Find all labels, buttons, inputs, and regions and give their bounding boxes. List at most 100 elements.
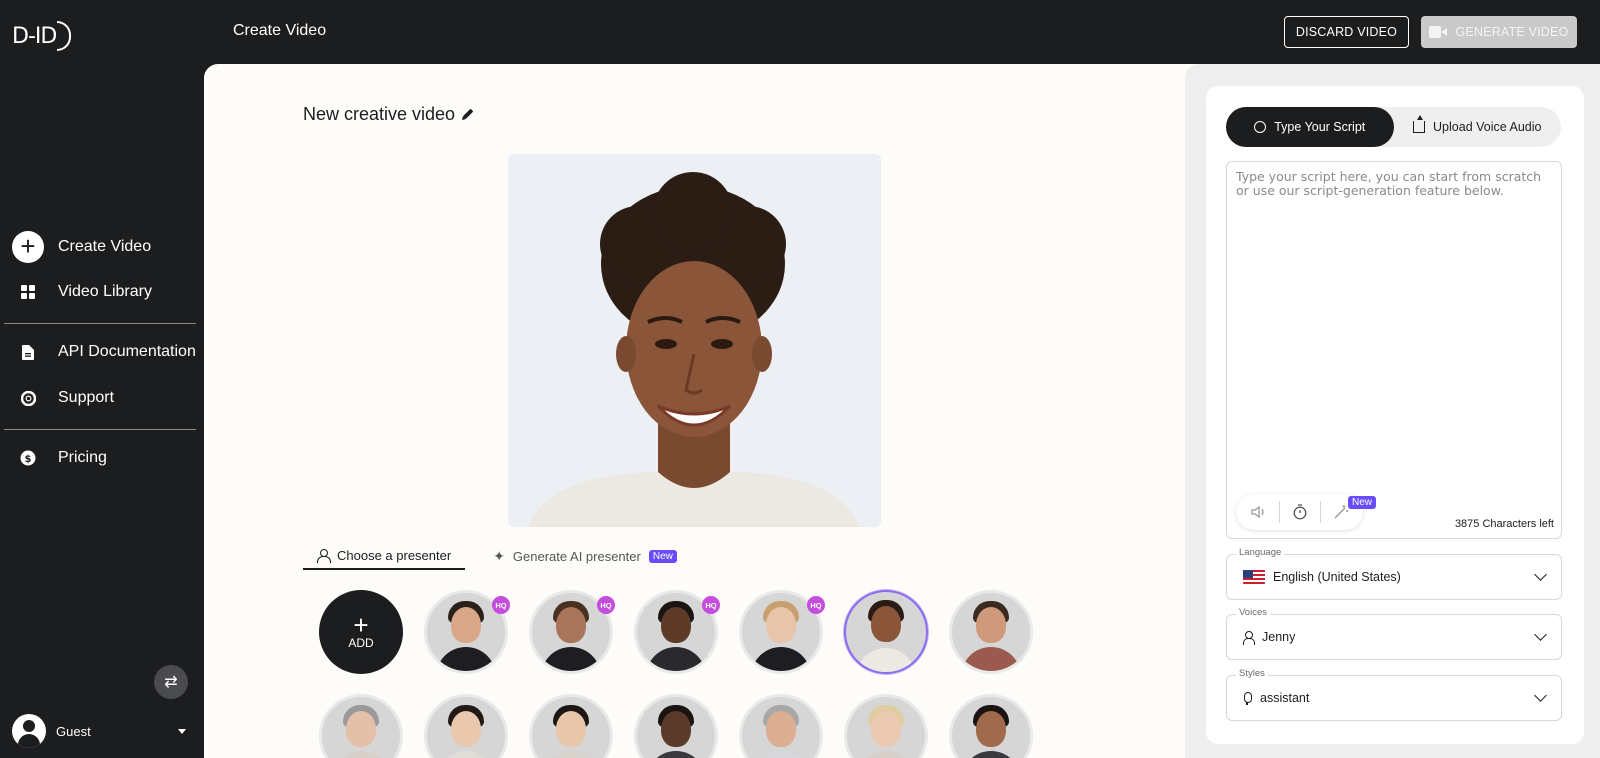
swap-arrow-icon: ⇄ — [164, 674, 178, 691]
chevron-down-icon — [1534, 628, 1547, 641]
script-tools — [1236, 494, 1363, 530]
styles-label: Styles — [1236, 668, 1268, 679]
discard-video-button[interactable]: DISCARD VIDEO — [1284, 16, 1409, 48]
tab-type-your-script[interactable]: Type Your Script — [1226, 107, 1394, 147]
presenter-outfit — [541, 751, 601, 758]
svg-text:$: $ — [25, 454, 32, 465]
dollar-icon: $ — [12, 442, 44, 474]
presenter-face — [871, 711, 901, 747]
did-logo[interactable]: D-ID — [12, 18, 72, 54]
tab-choose-presenter[interactable]: Choose a presenter — [303, 542, 466, 570]
styles-value: assistant — [1260, 691, 1310, 705]
presenter-thumbnail[interactable] — [844, 694, 928, 758]
presenter-outfit — [436, 647, 496, 671]
sidebar-item-support[interactable]: Support — [12, 382, 114, 414]
sidebar-item-label: Video Library — [58, 283, 152, 300]
tab-label: Choose a presenter — [337, 547, 452, 563]
speaker-icon[interactable] — [1246, 499, 1272, 525]
presenter-thumbnail[interactable] — [634, 694, 718, 758]
sidebar-item-create-video[interactable]: + Create Video — [12, 231, 151, 263]
top-bar: D-ID Create Video DISCARD VIDEO GENERATE… — [0, 0, 1600, 64]
video-title[interactable]: New creative video — [303, 104, 473, 125]
presenter-face — [451, 711, 481, 747]
presenter-thumbnail-selected[interactable] — [844, 590, 928, 674]
sidebar-item-pricing[interactable]: $ Pricing — [12, 442, 107, 474]
new-badge: New — [1348, 496, 1377, 509]
tab-label: Generate AI presenter — [512, 548, 641, 564]
chevron-down-icon — [1534, 568, 1547, 581]
sidebar-item-label: Create Video — [58, 238, 152, 255]
presenter-outfit — [646, 647, 706, 671]
logo-text: D-ID — [12, 23, 57, 49]
presenter-outfit — [961, 647, 1021, 671]
presenter-face — [766, 607, 796, 643]
video-camera-icon — [1429, 25, 1448, 39]
presenter-face — [346, 711, 376, 747]
chevron-down-icon — [1534, 689, 1547, 702]
presenter-face — [556, 607, 586, 643]
voice-person-icon — [1243, 630, 1255, 645]
plus-circle-icon: + — [12, 231, 44, 263]
document-icon — [12, 336, 44, 368]
presenter-outfit — [331, 751, 391, 758]
user-menu[interactable]: Guest — [12, 714, 192, 748]
person-icon — [317, 548, 331, 563]
presenter-thumbnail[interactable] — [424, 694, 508, 758]
presenter-thumbnail[interactable] — [949, 694, 1033, 758]
presenter-outfit — [961, 751, 1021, 758]
tab-generate-ai-presenter[interactable]: ✦ Generate AI presenter New — [479, 542, 691, 570]
presenter-preview — [508, 154, 881, 527]
language-value: English (United States) — [1273, 570, 1401, 584]
sidebar-item-label: Pricing — [58, 449, 107, 466]
sidebar-divider — [4, 429, 196, 430]
sidebar-item-api-documentation[interactable]: API Documentation — [12, 336, 196, 368]
us-flag-icon — [1243, 570, 1265, 584]
caret-down-icon — [178, 728, 186, 734]
user-name: Guest — [56, 723, 91, 739]
presenter-face — [556, 711, 586, 747]
sidebar: + Create Video Video Library API Documen… — [0, 64, 204, 758]
presenter-face — [871, 606, 901, 642]
presenter-thumbnail[interactable] — [739, 694, 823, 758]
sidebar-divider — [4, 323, 196, 324]
language-label: Language — [1236, 547, 1285, 558]
presenter-thumbnail[interactable] — [949, 590, 1033, 674]
lifebuoy-icon — [12, 382, 44, 414]
language-select[interactable]: English (United States) — [1226, 554, 1562, 600]
styles-select[interactable]: assistant — [1226, 675, 1562, 721]
chat-icon — [1254, 121, 1267, 133]
voices-label: Voices — [1236, 607, 1270, 618]
presenter-outfit — [541, 647, 601, 671]
script-mode-toggle: Type Your Script Upload Voice Audio — [1226, 107, 1561, 147]
presenter-outfit — [856, 751, 916, 758]
hq-badge: HQ — [807, 596, 825, 614]
characters-left: 3875 Characters left — [1454, 518, 1554, 530]
video-title-text: New creative video — [303, 104, 456, 124]
presenter-face — [766, 711, 796, 747]
presenter-portrait — [508, 154, 881, 527]
sparkle-icon: ✦ — [493, 547, 505, 564]
script-textarea[interactable] — [1226, 161, 1562, 539]
sidebar-item-video-library[interactable]: Video Library — [12, 276, 152, 308]
sidebar-item-label: Support — [58, 389, 115, 406]
tab-label: Type Your Script — [1274, 120, 1366, 134]
new-badge: New — [648, 549, 677, 563]
script-placeholder: Type your script here, you can start fro… — [1236, 169, 1542, 198]
presenter-thumbnail[interactable] — [319, 694, 403, 758]
voices-value: Jenny — [1262, 630, 1296, 644]
presenter-outfit — [856, 648, 916, 672]
presenter-face — [661, 711, 691, 747]
hq-badge: HQ — [492, 596, 510, 614]
generate-video-button[interactable]: GENERATE VIDEO — [1421, 16, 1577, 48]
switch-account-button[interactable]: ⇄ — [154, 665, 188, 699]
add-presenter-button[interactable]: + ADD — [319, 590, 403, 674]
presenter-thumbnail[interactable] — [529, 694, 613, 758]
tab-upload-voice-audio[interactable]: Upload Voice Audio — [1394, 107, 1562, 147]
upload-icon — [1413, 115, 1426, 133]
timer-icon[interactable] — [1287, 499, 1313, 525]
grid-icon — [12, 276, 44, 308]
presenter-outfit — [751, 751, 811, 758]
pencil-icon[interactable] — [459, 106, 476, 123]
user-avatar-icon — [12, 714, 46, 748]
voices-select[interactable]: Jenny — [1226, 614, 1562, 660]
